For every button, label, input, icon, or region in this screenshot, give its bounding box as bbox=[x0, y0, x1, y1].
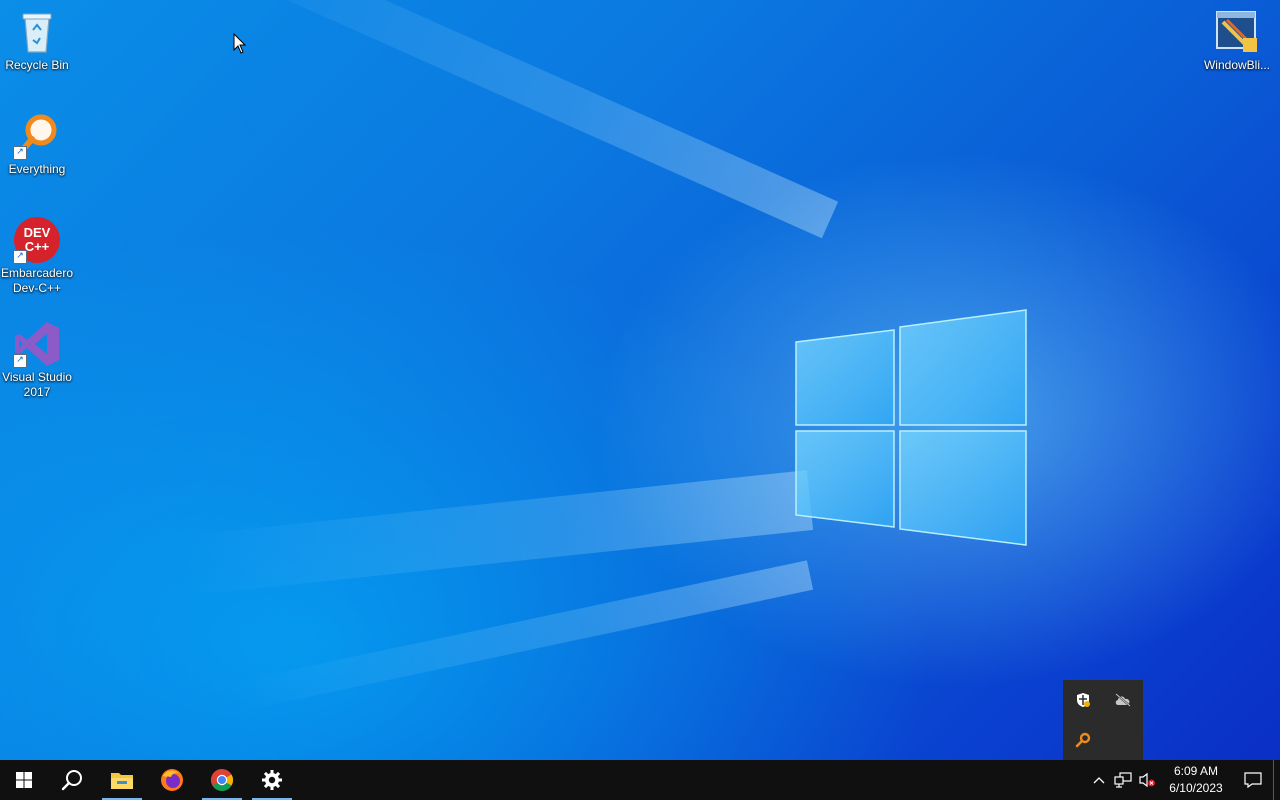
file-explorer-icon bbox=[111, 773, 133, 789]
show-hidden-icons-button[interactable] bbox=[1087, 760, 1111, 800]
onedrive-offline-icon[interactable] bbox=[1103, 680, 1143, 720]
svg-text:DEV: DEV bbox=[24, 225, 51, 240]
desktop-icon-recycle-bin[interactable]: Recycle Bin bbox=[0, 8, 74, 73]
search-icon bbox=[61, 770, 82, 791]
shortcut-arrow-icon: ↗ bbox=[13, 146, 27, 160]
taskbar-file-explorer[interactable] bbox=[98, 760, 146, 800]
volume-muted-icon[interactable] bbox=[1135, 760, 1159, 800]
shortcut-arrow-icon: ↗ bbox=[13, 354, 27, 368]
taskbar-clock[interactable]: 6:09 AM 6/10/2023 bbox=[1163, 763, 1229, 797]
visual-studio-icon: ↗ bbox=[13, 320, 61, 368]
chrome-icon bbox=[211, 769, 233, 791]
everything-icon: ↗ bbox=[13, 112, 61, 160]
windows-logo-wallpaper bbox=[795, 309, 1027, 546]
desktop: Recycle Bin ↗ Everything DEV C++ ↗ Embar… bbox=[0, 0, 1280, 760]
shortcut-arrow-icon: ↗ bbox=[13, 250, 27, 264]
everything-search-icon[interactable] bbox=[1063, 720, 1103, 760]
icon-label: Embarcadero Dev-C++ bbox=[0, 266, 74, 295]
taskbar-firefox[interactable] bbox=[148, 760, 196, 800]
action-center-button[interactable] bbox=[1233, 760, 1273, 800]
tray-overflow-popup bbox=[1063, 680, 1143, 760]
icon-label: WindowBli... bbox=[1203, 58, 1271, 72]
show-desktop-button[interactable] bbox=[1273, 760, 1280, 800]
icon-label: Recycle Bin bbox=[5, 58, 69, 72]
desktop-icon-devcpp[interactable]: DEV C++ ↗ Embarcadero Dev-C++ bbox=[0, 216, 74, 296]
light-beam bbox=[182, 0, 839, 239]
taskbar-settings[interactable] bbox=[248, 760, 296, 800]
desktop-icon-windowblinds[interactable]: WindowBli... bbox=[1200, 8, 1274, 73]
svg-text:C++: C++ bbox=[25, 239, 50, 254]
taskbar: 6:09 AM 6/10/2023 bbox=[0, 760, 1280, 800]
recycle-bin-icon bbox=[13, 8, 61, 56]
mouse-cursor-icon bbox=[233, 33, 247, 54]
firefox-icon bbox=[161, 769, 183, 791]
windows-security-icon[interactable] bbox=[1063, 680, 1103, 720]
desktop-icon-everything[interactable]: ↗ Everything bbox=[0, 112, 74, 177]
clock-date: 6/10/2023 bbox=[1169, 781, 1223, 795]
chevron-up-icon bbox=[1093, 777, 1105, 784]
devcpp-icon: DEV C++ ↗ bbox=[13, 216, 61, 264]
icon-label: Everything bbox=[8, 162, 66, 176]
windowblinds-icon bbox=[1213, 8, 1261, 56]
light-beam bbox=[229, 560, 814, 713]
clock-time: 6:09 AM bbox=[1173, 764, 1219, 778]
taskbar-chrome[interactable] bbox=[198, 760, 246, 800]
start-icon bbox=[16, 772, 32, 788]
light-beam bbox=[180, 470, 814, 596]
desktop-icon-visual-studio[interactable]: ↗ Visual Studio 2017 bbox=[0, 320, 74, 400]
settings-icon bbox=[262, 770, 282, 790]
notification-icon bbox=[1244, 772, 1262, 788]
system-tray: 6:09 AM 6/10/2023 bbox=[1087, 760, 1280, 800]
search-button[interactable] bbox=[48, 760, 96, 800]
network-icon[interactable] bbox=[1111, 760, 1135, 800]
start-button[interactable] bbox=[0, 760, 48, 800]
icon-label: Visual Studio 2017 bbox=[2, 370, 72, 399]
